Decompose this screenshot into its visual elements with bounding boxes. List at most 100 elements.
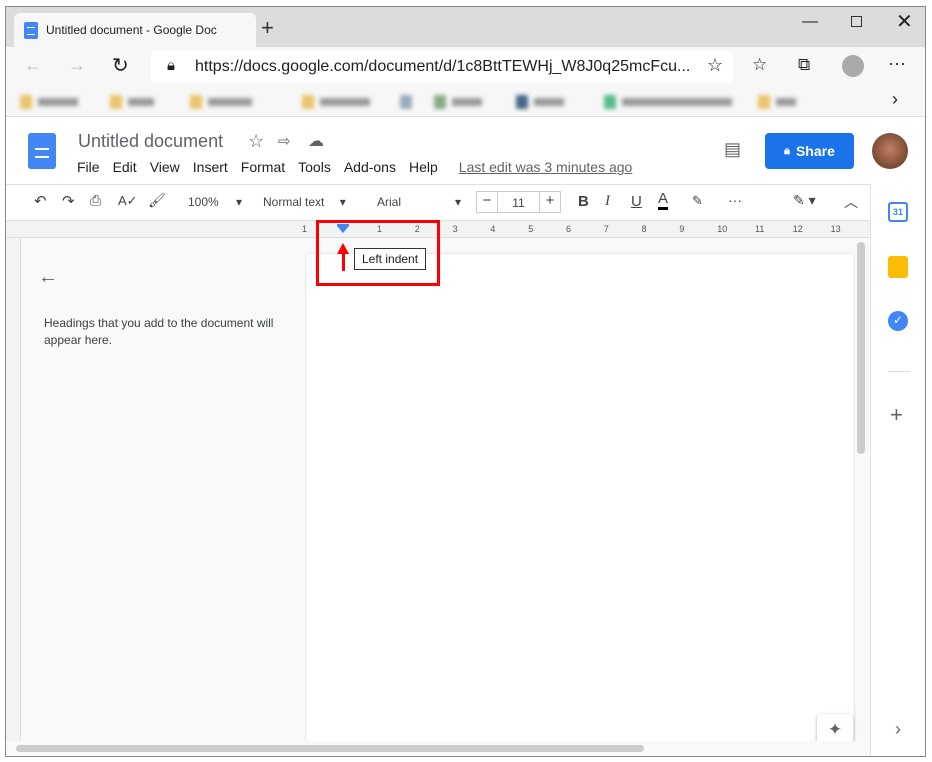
new-tab-icon[interactable]: + bbox=[261, 15, 274, 41]
ruler-label: 3 bbox=[452, 224, 458, 234]
more-icon[interactable]: ··· bbox=[888, 53, 906, 74]
underline-icon[interactable]: U bbox=[631, 193, 642, 210]
bookmark[interactable] bbox=[516, 95, 564, 109]
ruler-label: 8 bbox=[641, 224, 647, 234]
move-folder-icon[interactable]: ⇨ bbox=[278, 132, 291, 150]
tasks-icon[interactable]: ✓ bbox=[888, 311, 908, 331]
bookmarks-bar: › bbox=[6, 87, 925, 117]
minimize-icon[interactable]: — bbox=[802, 13, 818, 31]
url-text: https://docs.google.com/document/d/1c8Bt… bbox=[195, 58, 691, 75]
bookmark[interactable] bbox=[110, 95, 154, 109]
ruler-label: 7 bbox=[603, 224, 609, 234]
docs-header: Untitled document ☆ ⇨ ☁ File Edit View I… bbox=[6, 119, 925, 184]
bookmark[interactable] bbox=[434, 95, 482, 109]
browser-window: Untitled document - Google Doc + — ✕ ← →… bbox=[5, 6, 926, 757]
collections-icon[interactable]: ⧉ bbox=[798, 55, 810, 75]
vertical-scrollbar[interactable] bbox=[857, 242, 865, 454]
italic-icon[interactable]: I bbox=[605, 193, 610, 210]
ruler-label: 5 bbox=[528, 224, 534, 234]
menu-format[interactable]: Format bbox=[241, 159, 285, 175]
lock-icon: 🔒︎ bbox=[784, 144, 790, 157]
menu-view[interactable]: View bbox=[150, 159, 180, 175]
highlight-icon[interactable]: ✎ bbox=[692, 193, 703, 209]
ruler-label: 9 bbox=[679, 224, 685, 234]
cloud-status-icon: ☁ bbox=[308, 133, 324, 150]
increase-font-size-button[interactable]: + bbox=[539, 191, 561, 213]
tab-title: Untitled document - Google Doc bbox=[46, 23, 217, 37]
horizontal-scrollbar[interactable] bbox=[16, 745, 644, 752]
keep-icon[interactable] bbox=[888, 256, 908, 278]
calendar-icon[interactable]: 31 bbox=[888, 202, 908, 222]
document-page[interactable] bbox=[306, 254, 854, 744]
paint-format-icon[interactable]: 🖌︎ bbox=[148, 192, 166, 209]
menu-file[interactable]: File bbox=[77, 159, 100, 175]
lock-icon: 🔒︎ bbox=[167, 57, 175, 74]
print-icon[interactable]: ⎙ bbox=[90, 192, 101, 209]
star-icon[interactable]: ☆ bbox=[248, 131, 264, 152]
back-icon[interactable]: ← bbox=[24, 55, 42, 76]
bookmark[interactable] bbox=[604, 95, 732, 109]
menu-addons[interactable]: Add-ons bbox=[344, 159, 396, 175]
bookmark[interactable] bbox=[20, 95, 78, 109]
close-outline-back-icon[interactable]: ← bbox=[38, 266, 58, 289]
ruler-label: 10 bbox=[717, 224, 728, 234]
undo-icon[interactable]: ↶ bbox=[34, 192, 47, 210]
style-select[interactable]: Normal text ▾ bbox=[263, 195, 346, 209]
bookmark[interactable] bbox=[758, 95, 796, 109]
tooltip: Left indent bbox=[354, 248, 427, 270]
editing-mode-icon[interactable]: ✎ ▾ bbox=[793, 192, 816, 209]
outline-empty-message: Headings that you add to the document wi… bbox=[44, 316, 274, 347]
favorites-icon[interactable]: ☆ bbox=[752, 55, 767, 75]
side-panel: 31 ✓ + › bbox=[870, 184, 925, 756]
menu-edit[interactable]: Edit bbox=[113, 159, 137, 175]
document-title[interactable]: Untitled document bbox=[78, 131, 223, 152]
tab-bar: Untitled document - Google Doc + — ✕ bbox=[6, 7, 925, 47]
menu-bar: File Edit View Insert Format Tools Add-o… bbox=[77, 159, 645, 175]
bookmark[interactable] bbox=[302, 95, 370, 109]
bold-icon[interactable]: B bbox=[578, 193, 589, 210]
add-addon-icon[interactable]: + bbox=[890, 402, 903, 428]
browser-tab[interactable]: Untitled document - Google Doc bbox=[14, 13, 256, 47]
url-field[interactable]: 🔒︎ https://docs.google.com/document/d/1c… bbox=[151, 51, 733, 83]
divider bbox=[888, 371, 910, 372]
expand-panel-chevron-icon[interactable]: › bbox=[895, 719, 901, 740]
docs-favicon-icon bbox=[24, 21, 38, 39]
font-select[interactable]: Arial ▾ bbox=[377, 195, 461, 209]
collapse-menu-icon[interactable]: ︿ bbox=[844, 192, 858, 212]
arrow-shaft bbox=[342, 253, 345, 271]
comment-history-icon[interactable]: ▤ bbox=[724, 139, 741, 160]
menu-help[interactable]: Help bbox=[409, 159, 438, 175]
maximize-icon[interactable] bbox=[851, 16, 862, 27]
ruler-label: 13 bbox=[830, 224, 841, 234]
docs-logo-icon[interactable] bbox=[28, 133, 56, 169]
account-avatar[interactable] bbox=[872, 133, 908, 169]
spellcheck-icon[interactable]: A✓ bbox=[118, 193, 138, 209]
zoom-select[interactable]: 100% ▾ bbox=[188, 195, 242, 209]
menu-tools[interactable]: Tools bbox=[298, 159, 331, 175]
refresh-icon[interactable]: ↻ bbox=[112, 53, 129, 78]
favorite-star-icon[interactable]: ☆ bbox=[707, 55, 723, 76]
redo-icon[interactable]: ↷ bbox=[62, 192, 75, 210]
font-size-input[interactable]: 11 bbox=[497, 191, 540, 213]
bookmarks-more-chevron-icon[interactable]: › bbox=[892, 89, 898, 110]
forward-icon[interactable]: → bbox=[68, 55, 86, 76]
share-button[interactable]: 🔒︎ Share bbox=[765, 133, 854, 169]
ruler-label: 12 bbox=[792, 224, 803, 234]
last-edit-link[interactable]: Last edit was 3 minutes ago bbox=[459, 159, 633, 175]
ruler-label: 6 bbox=[566, 224, 572, 234]
ruler-label: 4 bbox=[490, 224, 496, 234]
arrow-up-icon bbox=[337, 243, 349, 254]
first-line-indent-marker[interactable] bbox=[337, 224, 349, 226]
left-indent-marker[interactable] bbox=[337, 226, 349, 233]
more-options-icon[interactable]: ··· bbox=[728, 192, 742, 208]
ruler-label: 1 bbox=[302, 224, 308, 234]
menu-insert[interactable]: Insert bbox=[193, 159, 228, 175]
document-area: ← Headings that you add to the document … bbox=[6, 238, 870, 748]
horizontal-scrollbar-track bbox=[6, 741, 870, 756]
bookmark[interactable] bbox=[400, 95, 412, 109]
decrease-font-size-button[interactable]: − bbox=[476, 191, 498, 213]
text-color-icon[interactable]: A bbox=[658, 191, 669, 210]
profile-avatar[interactable] bbox=[842, 55, 864, 77]
close-icon[interactable]: ✕ bbox=[896, 9, 913, 34]
bookmark[interactable] bbox=[190, 95, 252, 109]
